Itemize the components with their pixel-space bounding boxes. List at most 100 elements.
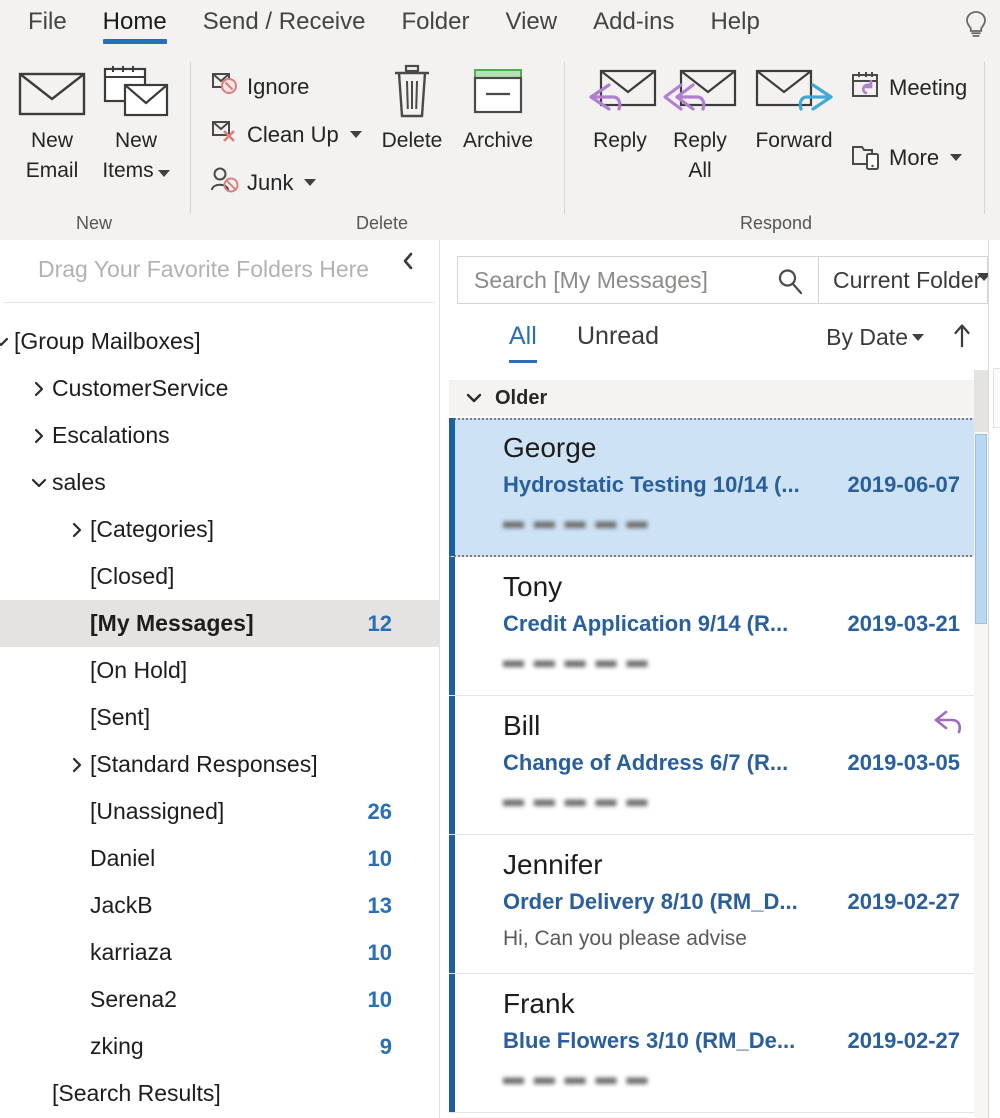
folder-item-standard-responses[interactable]: [Standard Responses] — [0, 741, 440, 788]
message-list-scrollbar[interactable] — [974, 370, 988, 1118]
folder-item-daniel[interactable]: Daniel 10 — [0, 835, 440, 882]
group-header-older[interactable]: Older — [449, 380, 988, 416]
trash-icon — [384, 60, 440, 126]
tab-home[interactable]: Home — [85, 0, 185, 48]
reply-all-button[interactable]: Reply All — [654, 60, 746, 186]
folder-item-label: [My Messages] — [90, 610, 254, 636]
message-date: 2019-06-07 — [847, 472, 960, 497]
chevron-down-icon — [465, 391, 483, 405]
reply-all-line1: Reply — [673, 129, 727, 152]
search-input[interactable]: Search [My Messages] — [457, 256, 819, 304]
tab-add-ins[interactable]: Add-ins — [575, 0, 692, 48]
reading-pane-header — [993, 368, 1000, 428]
message-preview: ▬ ▬ ▬ ▬ ▬ — [503, 649, 650, 672]
tab-help-label: Help — [710, 8, 760, 35]
lightbulb-icon[interactable] — [958, 6, 994, 44]
scrollbar-thumb[interactable] — [975, 434, 987, 624]
scrollbar-track-upper[interactable] — [974, 370, 988, 432]
folder-item-zking[interactable]: zking 9 — [0, 1023, 440, 1070]
chevron-down-icon[interactable] — [28, 472, 50, 494]
calendar-envelope-icon — [99, 60, 173, 126]
chevron-right-icon[interactable] — [66, 754, 88, 776]
tab-send-receive[interactable]: Send / Receive — [185, 0, 384, 48]
message-subject: Hydrostatic Testing 10/14 (... — [503, 472, 800, 497]
clean-up-button[interactable]: Clean Up — [210, 118, 362, 151]
message-list-item[interactable]: Bill Change of Address 6/7 (R... 2019-03-0… — [449, 696, 988, 835]
archive-button[interactable]: Archive — [452, 60, 544, 156]
message-list-item[interactable]: Tony Credit Application 9/14 (R... 2019-03… — [449, 557, 988, 696]
reply-button[interactable]: Reply — [574, 60, 666, 156]
tab-view[interactable]: View — [488, 0, 576, 48]
filter-tab-all[interactable]: All — [509, 322, 537, 363]
meeting-button[interactable]: Meeting — [850, 70, 967, 105]
message-sender: Jennifer — [503, 849, 603, 880]
folder-item-unassigned[interactable]: [Unassigned] 26 — [0, 788, 440, 835]
folder-item-escalations[interactable]: Escalations — [0, 412, 440, 459]
message-list: George Hydrostatic Testing 10/14 (... 2019… — [449, 418, 988, 1118]
group-header-label: Older — [495, 386, 548, 409]
tab-help[interactable]: Help — [692, 0, 777, 48]
tab-file-label: File — [28, 8, 67, 35]
folder-item-categories[interactable]: [Categories] — [0, 506, 440, 553]
chevron-down-icon[interactable] — [0, 331, 12, 353]
filter-tab-unread[interactable]: Unread — [577, 322, 659, 351]
new-items-line2-label: Items — [102, 159, 154, 182]
folder-item-group-mailboxes[interactable]: [Group Mailboxes] — [0, 318, 440, 365]
message-list-item[interactable]: George Hydrostatic Testing 10/14 (... 2019… — [449, 418, 988, 557]
folder-item-on-hold[interactable]: [On Hold] — [0, 647, 440, 694]
filter-tab-underline — [509, 360, 537, 363]
chevron-right-icon[interactable] — [66, 519, 88, 541]
tab-file[interactable]: File — [10, 0, 85, 48]
search-scope-dropdown[interactable]: Current Folder — [819, 256, 991, 304]
tab-folder-label: Folder — [401, 8, 470, 35]
folder-item-customerservice[interactable]: CustomerService — [0, 365, 440, 412]
message-subject: Blue Flowers 3/10 (RM_De... — [503, 1028, 796, 1053]
forward-button[interactable]: Forward — [740, 60, 848, 156]
message-preview: ▬ ▬ ▬ ▬ ▬ — [503, 510, 650, 533]
message-list-item[interactable]: Frank Blue Flowers 3/10 (RM_De... 2019-02-… — [449, 974, 988, 1113]
folder-item-unread-count: 10 — [367, 986, 392, 1012]
folder-item-sales[interactable]: sales — [0, 459, 440, 506]
folder-item-my-messages[interactable]: [My Messages] 12 — [0, 600, 440, 647]
chevron-right-icon[interactable] — [28, 425, 50, 447]
reply-all-icon — [659, 60, 741, 126]
sort-dropdown[interactable]: By Date — [826, 324, 924, 351]
arrow-up-icon[interactable] — [952, 322, 972, 355]
ribbon-separator — [984, 62, 985, 214]
folder-item-unread-count: 26 — [367, 798, 392, 824]
tab-folder[interactable]: Folder — [383, 0, 487, 48]
more-devices-icon — [850, 140, 882, 175]
folder-item-sent[interactable]: [Sent] — [0, 694, 440, 741]
more-button[interactable]: More — [850, 140, 963, 175]
chevron-right-icon[interactable] — [28, 378, 50, 400]
chevron-left-icon[interactable] — [395, 248, 421, 274]
delete-button[interactable]: Delete — [366, 60, 458, 156]
folder-item-label: sales — [52, 469, 106, 495]
ribbon-body: New Email New Items New Ignore Clean Up … — [0, 48, 1000, 240]
filter-tab-unread-label: Unread — [577, 322, 659, 350]
folder-item-search-results[interactable]: [Search Results] — [0, 1070, 440, 1117]
favorites-dropzone[interactable]: Drag Your Favorite Folders Here — [0, 240, 439, 303]
folder-item-karriaza[interactable]: karriaza 10 — [0, 929, 440, 976]
message-sender: Bill — [503, 710, 541, 741]
chevron-down-icon — [950, 154, 963, 161]
delete-label: Delete — [381, 129, 443, 152]
ignore-button[interactable]: Ignore — [210, 70, 309, 103]
new-email-button[interactable]: New Email — [6, 60, 98, 186]
new-items-button[interactable]: New Items — [90, 60, 182, 186]
search-row: Search [My Messages] Current Folder — [457, 256, 991, 304]
folder-item-closed[interactable]: [Closed] — [0, 553, 440, 600]
folder-item-jackb[interactable]: JackB 13 — [0, 882, 440, 929]
new-items-line2: Items — [102, 156, 170, 186]
message-preview: ▬ ▬ ▬ ▬ ▬ — [503, 1066, 650, 1089]
junk-button[interactable]: Junk — [210, 166, 317, 199]
search-icon[interactable] — [776, 267, 804, 300]
new-email-line2: Email — [25, 159, 79, 182]
message-list-item[interactable]: Jennifer Order Delivery 8/10 (RM_D... 2019… — [449, 835, 988, 974]
folder-item-label: Escalations — [52, 422, 170, 448]
meeting-label: Meeting — [889, 74, 968, 100]
folder-item-serena2[interactable]: Serena2 10 — [0, 976, 440, 1023]
folder-item-unread-count: 13 — [367, 892, 392, 918]
forward-label: Forward — [755, 129, 833, 152]
reply-icon — [579, 60, 661, 126]
